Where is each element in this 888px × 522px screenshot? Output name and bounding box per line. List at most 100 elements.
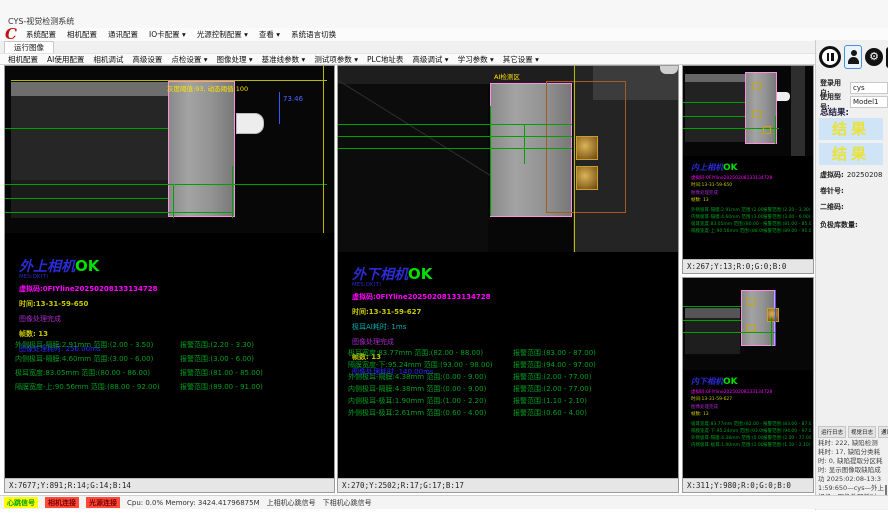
measure-rows: 外侧极耳-隔膜:2.91mm 范围:(2.00 - 3.50)报警范围:(2.2… (15, 338, 332, 394)
tool-spotcheck[interactable]: 点检设置 ▾ (171, 54, 207, 65)
log-tab-vision[interactable]: 视觉日志 (848, 426, 876, 438)
barcode-line: 虚拟码:0FIYline20250208133134728 (691, 175, 811, 181)
time-line: 时间:13-31-59-627 (691, 396, 811, 402)
camera-image-outer-lower[interactable]: AI检测区 (338, 66, 678, 252)
measure-row: 外侧极耳-隔膜:2.91mm 范围:(2.00 - 3.50)报警范围:(2.2… (15, 338, 332, 352)
user-button[interactable] (844, 45, 862, 69)
log-tab-comm[interactable]: 通讯日志 (878, 426, 888, 438)
gear-icon: ⚙ (869, 50, 879, 63)
tool-advanced-debug[interactable]: 高级调试 ▾ (412, 54, 448, 65)
edge-line (5, 198, 168, 199)
measure-bracket (775, 290, 776, 346)
tool-camera-config[interactable]: 相机配置 (8, 54, 38, 65)
result-block: 内下相机OK 虚拟码:0FIYline20250208133134728 时间:… (691, 376, 811, 449)
connector-blob (236, 113, 264, 134)
measure-row: 内侧极耳-隔膜:4.60mm 范围:(3.00 - 6.00)报警范围:(3.0… (691, 214, 811, 221)
settings-button[interactable]: ⚙ (865, 48, 883, 66)
light-link-badge: 光源连接 (86, 497, 120, 508)
edge-line-v (490, 106, 491, 216)
window-titlebar (0, 0, 888, 29)
tab-highlight (767, 308, 779, 322)
edge-line-v (232, 166, 233, 218)
annotation-box (747, 324, 755, 332)
tool-advanced-settings[interactable]: 高级设置 (132, 54, 162, 65)
vcode-label: 虚拟码: (820, 170, 844, 180)
barcode-line: 虚拟码:0FIYline20250208133134728 (691, 389, 811, 395)
machine-right (791, 66, 805, 156)
qr-label: 二维码: (820, 202, 844, 212)
pause-button[interactable] (819, 46, 841, 68)
tool-ai-config[interactable]: AI使用配置 (47, 54, 84, 65)
camera-image-inner-upper[interactable] (683, 66, 813, 156)
lower-cam-heartbeat: 下相机心跳信号 (323, 498, 372, 508)
upper-cam-heartbeat: 上相机心跳信号 (267, 498, 316, 508)
alarm-range: 报警范围:(3.00 - 6.00) (180, 352, 332, 366)
tool-other-settings[interactable]: 其它设置 ▾ (503, 54, 539, 65)
machine-body (685, 318, 740, 354)
alarm-range: 报警范围:(0.60 - 4.00) (513, 407, 676, 419)
barcode-line: 虚拟码:0FIYline20250208133134728 (352, 292, 674, 302)
result-block: 内上相机OK 虚拟码:0FIYline20250208133134728 时间:… (691, 162, 811, 235)
measure-value: 外侧极耳-隔膜:4.38mm 范围:(0.00 - 9.00) (348, 371, 513, 383)
machine-band (685, 74, 745, 82)
edge-line-v (775, 116, 776, 144)
menu-view[interactable]: 查看 ▾ (259, 29, 280, 40)
camera-title: 外上相机 (19, 259, 75, 275)
total-result-label: 总结果: (820, 106, 849, 118)
tool-plc-table[interactable]: PLC地址表 (367, 54, 403, 65)
menu-comm-config[interactable]: 通讯配置 (108, 29, 138, 40)
heartbeat-badge: 心跳信号 (4, 497, 38, 508)
alarm-range: 报警范围:(83.00 - 87.00) (513, 347, 676, 359)
alarm-range: 报警范围:(81.00 - 85.00) (763, 221, 811, 228)
tool-learn-params[interactable]: 学习参数 ▾ (458, 54, 494, 65)
measure-value: 内侧极耳-隔膜:4.60mm 范围:(3.00 - 6.00) (15, 352, 180, 366)
camera-image-inner-lower[interactable] (683, 278, 813, 370)
measure-value: 极耳宽度:83.05mm 范围:(80.00 - 86.00) (15, 366, 180, 380)
process-done-line: 图像处理完成 (691, 404, 811, 410)
edge-line (683, 116, 745, 117)
alarm-range: 报警范围:(2.00 - 77.00) (763, 435, 811, 442)
log-tabs: 运行日志 视觉日志 通讯日志 (818, 426, 888, 438)
edge-line (683, 102, 745, 103)
vcode-row: 虚拟码: 20250208 (820, 170, 882, 180)
menu-language[interactable]: 系统语言切换 (291, 29, 336, 40)
ai-area-overlay: AI检测区 (494, 71, 520, 81)
log-tab-run[interactable]: 运行日志 (818, 426, 846, 438)
tool-image-process[interactable]: 图像处理 ▾ (217, 54, 253, 65)
alarm-range: 报警范围:(81.00 - 85.00) (180, 366, 332, 380)
pause-icon (831, 53, 834, 61)
machine-dark (338, 84, 488, 252)
tool-camera-debug[interactable]: 相机调试 (93, 54, 123, 65)
edge-line (683, 320, 741, 321)
edge-line-v (173, 184, 174, 218)
measure-row: 极耳宽度:83.77mm 范围:(82.00 - 88.00)报警范围:(83.… (691, 421, 811, 428)
model-select[interactable]: Model1 (850, 96, 888, 108)
measure-row: 内侧极耳-隔膜:4.60mm 范围:(3.00 - 6.00)报警范围:(3.0… (15, 352, 332, 366)
tool-baseline-params[interactable]: 基准线参数 ▾ (262, 54, 306, 65)
camera-title: 内上相机 (691, 162, 723, 172)
edge-line-v (524, 124, 525, 164)
user-icon (848, 57, 859, 64)
menu-camera-config[interactable]: 相机配置 (67, 29, 97, 40)
measure-value: 隔膜宽度-上:90.56mm 范围:(88.00 - 92.00) (15, 380, 180, 394)
tab-highlight (576, 136, 598, 160)
result-badge-lower: 结果 (819, 143, 883, 165)
ref-line-right (323, 66, 324, 233)
time-line: 时间:13-31-59-650 (691, 182, 811, 188)
tool-test-params[interactable]: 测试项参数 ▾ (314, 54, 358, 65)
bright-spot (660, 66, 678, 74)
measure-row: 外侧极耳-隔膜:4.38mm 范围:(0.00 - 9.00)报警范围:(2.0… (348, 371, 676, 383)
ref-line-right (574, 66, 575, 252)
camera-title: 内下相机 (691, 376, 723, 386)
annotation-box (753, 110, 761, 118)
camera-panel-outer-upper: 灰度阈值:93, 动态阈值:100 73.46 外上相机OK MES:OK(T)… (4, 65, 335, 493)
alarm-range: 报警范围:(1.10 - 2.10) (513, 395, 676, 407)
result-ok: OK (723, 377, 738, 387)
menu-io-config[interactable]: IO卡配置 ▾ (149, 29, 186, 40)
annotation-box (753, 82, 761, 90)
camera-image-outer-upper[interactable]: 灰度阈值:93, 动态阈值:100 73.46 (5, 66, 334, 233)
barcode-line: 虚拟码:0FIYline20250208133134728 (19, 284, 330, 294)
menu-light-config[interactable]: 光源控制配置 ▾ (197, 29, 248, 40)
menu-system-config[interactable]: 系统配置 (26, 29, 56, 40)
process-done-line: 图像处理完成 (352, 337, 674, 347)
